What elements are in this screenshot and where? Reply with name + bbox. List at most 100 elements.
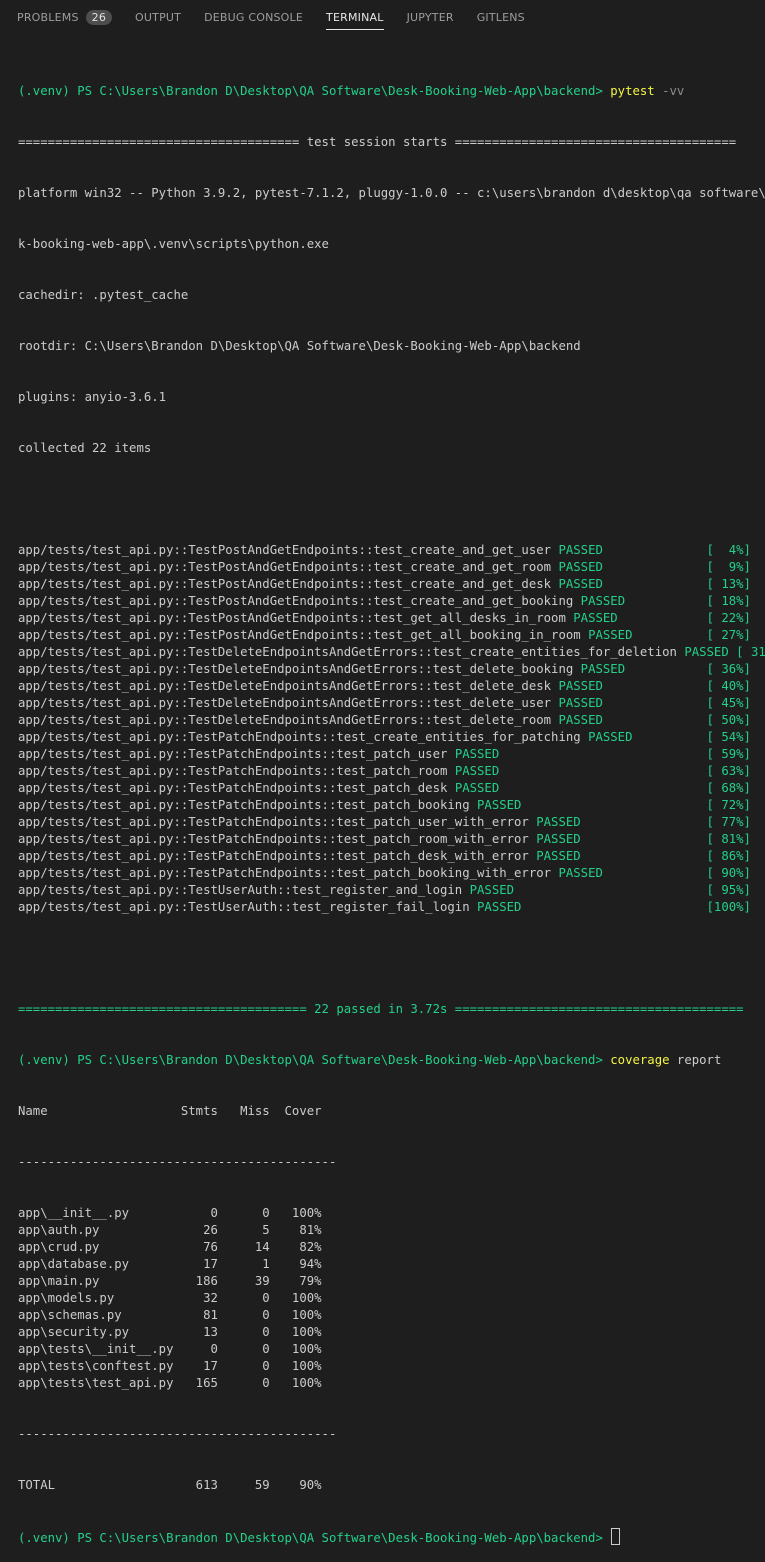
coverage-row: app\tests\test_api.py 165 0 100% xyxy=(18,1376,322,1390)
prompt: (.venv) PS C:\Users\Brandon D\Desktop\QA… xyxy=(18,84,603,98)
tab-debug-console[interactable]: DEBUG CONSOLE xyxy=(204,0,303,34)
test-status: PASSED xyxy=(558,713,603,727)
test-status: PASSED xyxy=(580,594,626,608)
test-progress: [ 50%] xyxy=(706,713,751,727)
test-name: app/tests/test_api.py::TestDeleteEndpoin… xyxy=(18,696,552,710)
test-result-row: app/tests/test_api.py::TestPatchEndpoint… xyxy=(18,780,765,797)
test-name: app/tests/test_api.py::TestUserAuth::tes… xyxy=(18,883,463,897)
test-status: PASSED xyxy=(454,747,500,761)
test-progress: [ 59%] xyxy=(706,747,751,761)
test-name: app/tests/test_api.py::TestPatchEndpoint… xyxy=(18,849,529,863)
tab-jupyter[interactable]: JUPYTER xyxy=(407,0,454,34)
tab-label: GITLENS xyxy=(476,10,525,24)
test-name: app/tests/test_api.py::TestPatchEndpoint… xyxy=(18,866,552,880)
test-progress: [ 86%] xyxy=(706,849,751,863)
coverage-row: app\crud.py 76 14 82% xyxy=(18,1240,322,1254)
test-name: app/tests/test_api.py::TestPatchEndpoint… xyxy=(18,815,529,829)
test-name: app/tests/test_api.py::TestPostAndGetEnd… xyxy=(18,543,552,557)
coverage-header: Name Stmts Miss Cover xyxy=(18,1104,322,1118)
test-status: PASSED xyxy=(558,560,603,574)
test-name: app/tests/test_api.py::TestPatchEndpoint… xyxy=(18,764,448,778)
test-result-row: app/tests/test_api.py::TestPatchEndpoint… xyxy=(18,814,765,831)
test-progress: [ 9%] xyxy=(706,560,751,574)
test-name: app/tests/test_api.py::TestPostAndGetEnd… xyxy=(18,611,566,625)
coverage-row: app\schemas.py 81 0 100% xyxy=(18,1308,322,1322)
tab-label: PROBLEMS xyxy=(17,10,79,24)
test-progress: [ 63%] xyxy=(706,764,751,778)
tab-label: DEBUG CONSOLE xyxy=(204,10,304,24)
test-name: app/tests/test_api.py::TestDeleteEndpoin… xyxy=(18,713,552,727)
coverage-row: app\database.py 17 1 94% xyxy=(18,1257,322,1271)
tab-output[interactable]: OUTPUT xyxy=(135,0,181,34)
test-result-row: app/tests/test_api.py::TestDeleteEndpoin… xyxy=(18,644,765,661)
test-result-row: app/tests/test_api.py::TestPatchEndpoint… xyxy=(18,797,765,814)
tab-label: TERMINAL xyxy=(326,10,384,24)
info-line: platform win32 -- Python 3.9.2, pytest-7… xyxy=(18,186,765,200)
test-result-row: app/tests/test_api.py::TestPatchEndpoint… xyxy=(18,865,765,882)
coverage-row: app\__init__.py 0 0 100% xyxy=(18,1206,322,1220)
test-status: PASSED xyxy=(469,883,515,897)
test-name: app/tests/test_api.py::TestPatchEndpoint… xyxy=(18,832,529,846)
test-progress: [ 40%] xyxy=(706,679,751,693)
command-args: report xyxy=(676,1053,722,1067)
test-progress: [ 22%] xyxy=(706,611,751,625)
test-progress: [ 4%] xyxy=(706,543,751,557)
test-result-row: app/tests/test_api.py::TestPatchEndpoint… xyxy=(18,848,765,865)
test-progress: [ 95%] xyxy=(706,883,751,897)
test-result-row: app/tests/test_api.py::TestDeleteEndpoin… xyxy=(18,678,765,695)
test-name: app/tests/test_api.py::TestPostAndGetEnd… xyxy=(18,560,552,574)
prompt-line: (.venv) PS C:\Users\Brandon D\Desktop\QA… xyxy=(18,83,765,100)
test-name: app/tests/test_api.py::TestPostAndGetEnd… xyxy=(18,628,581,642)
coverage-row: app\auth.py 26 5 81% xyxy=(18,1223,322,1237)
summary-line: ======================================= … xyxy=(18,1002,744,1016)
test-name: app/tests/test_api.py::TestUserAuth::tes… xyxy=(18,900,470,914)
prompt-line: (.venv) PS C:\Users\Brandon D\Desktop\QA… xyxy=(18,1052,765,1069)
test-progress: [ 27%] xyxy=(706,628,751,642)
test-progress: [100%] xyxy=(706,900,751,914)
test-name: app/tests/test_api.py::TestDeleteEndpoin… xyxy=(18,645,677,659)
test-result-row: app/tests/test_api.py::TestPatchEndpoint… xyxy=(18,746,765,763)
test-result-row: app/tests/test_api.py::TestPatchEndpoint… xyxy=(18,831,765,848)
test-name: app/tests/test_api.py::TestDeleteEndpoin… xyxy=(18,679,552,693)
test-result-row: app/tests/test_api.py::TestPostAndGetEnd… xyxy=(18,593,765,610)
command-args: -vv xyxy=(662,84,685,98)
test-status: PASSED xyxy=(477,900,522,914)
test-status: PASSED xyxy=(588,730,633,744)
coverage-row: app\tests\__init__.py 0 0 100% xyxy=(18,1342,322,1356)
coverage-divider: ----------------------------------------… xyxy=(18,1427,337,1441)
test-name: app/tests/test_api.py::TestPostAndGetEnd… xyxy=(18,594,574,608)
info-line: collected 22 items xyxy=(18,441,152,455)
terminal-output[interactable]: (.venv) PS C:\Users\Brandon D\Desktop\QA… xyxy=(18,49,765,1562)
test-status: PASSED xyxy=(536,815,581,829)
test-status: PASSED xyxy=(558,577,603,591)
coverage-rows: app\__init__.py 0 0 100% app\auth.py 26 5… xyxy=(18,1205,765,1392)
test-name: app/tests/test_api.py::TestPatchEndpoint… xyxy=(18,730,581,744)
test-progress: [ 13%] xyxy=(706,577,751,591)
test-result-row: app/tests/test_api.py::TestPostAndGetEnd… xyxy=(18,559,765,576)
test-progress: [ 18%] xyxy=(706,594,751,608)
coverage-divider: ----------------------------------------… xyxy=(18,1155,337,1169)
panel-tabs: PROBLEMS 26 OUTPUT DEBUG CONSOLE TERMINA… xyxy=(0,0,765,34)
tab-terminal[interactable]: TERMINAL xyxy=(326,0,384,34)
test-progress: [ 68%] xyxy=(706,781,751,795)
test-name: app/tests/test_api.py::TestPatchEndpoint… xyxy=(18,781,448,795)
test-progress: [ 72%] xyxy=(706,798,751,812)
test-name: app/tests/test_api.py::TestPatchEndpoint… xyxy=(18,747,448,761)
coverage-total: TOTAL 613 59 90% xyxy=(18,1478,322,1492)
test-result-row: app/tests/test_api.py::TestPostAndGetEnd… xyxy=(18,610,765,627)
test-result-row: app/tests/test_api.py::TestDeleteEndpoin… xyxy=(18,661,765,678)
tab-gitlens[interactable]: GITLENS xyxy=(477,0,525,34)
test-status: PASSED xyxy=(580,662,626,676)
tab-label: OUTPUT xyxy=(135,10,182,24)
session-header: ====================================== t… xyxy=(18,135,737,149)
tab-problems[interactable]: PROBLEMS 26 xyxy=(17,0,113,34)
test-progress: [ 90%] xyxy=(706,866,751,880)
test-status: PASSED xyxy=(536,849,581,863)
test-result-row: app/tests/test_api.py::TestPatchEndpoint… xyxy=(18,729,765,746)
test-progress: [ 77%] xyxy=(706,815,751,829)
command: pytest xyxy=(610,84,655,98)
test-status: PASSED xyxy=(558,543,603,557)
test-progress: [ 45%] xyxy=(706,696,751,710)
